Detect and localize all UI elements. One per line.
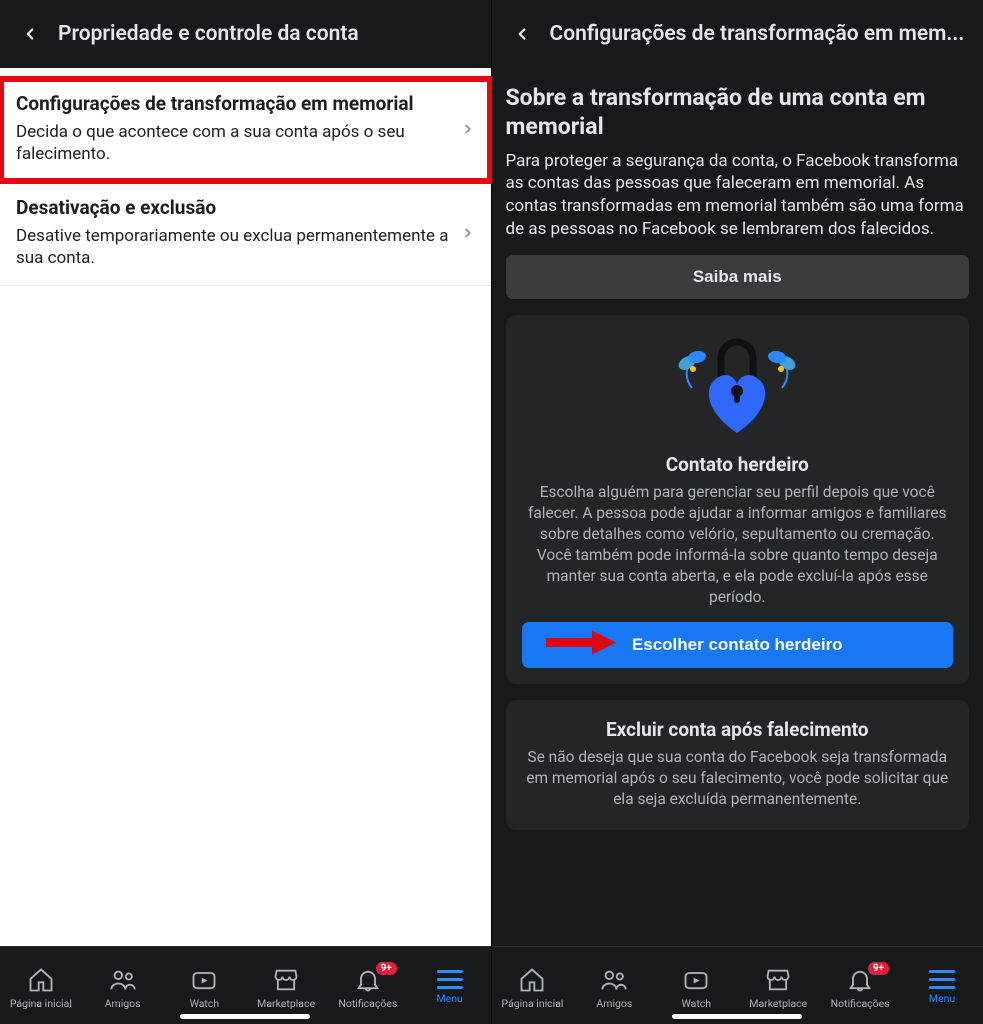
tab-label: Página inicial — [10, 997, 72, 1010]
screen-account-ownership: Propriedade e controle da conta Configur… — [0, 0, 492, 1024]
tab-label: Notificações — [831, 997, 890, 1010]
memorialization-settings-item[interactable]: Configurações de transformação em memori… — [0, 78, 491, 182]
tab-friends[interactable]: Amigos — [573, 966, 655, 1010]
heart-lock-icon — [667, 333, 807, 443]
header: Configurações de transformação em mem... — [492, 0, 983, 68]
notification-badge: 9+ — [376, 962, 397, 975]
tab-menu[interactable]: Menu — [901, 970, 983, 1005]
list-item-desc: Desative temporariamente ou exclua perma… — [16, 225, 455, 269]
tab-notifications[interactable]: 9+ Notificações — [819, 966, 901, 1010]
tab-label: Amigos — [105, 997, 141, 1010]
card-desc: Escolha alguém para gerenciar seu perfil… — [522, 482, 954, 608]
menu-icon — [437, 970, 463, 989]
delete-after-death-card: Excluir conta após falecimento Se não de… — [506, 700, 970, 830]
list-item-title: Desativação e exclusão — [16, 196, 455, 219]
annotation-arrow-icon — [544, 628, 616, 661]
friends-icon — [109, 966, 137, 994]
tab-label: Notificações — [338, 997, 397, 1010]
tab-watch[interactable]: Watch — [655, 966, 737, 1010]
settings-list: Configurações de transformação em memori… — [0, 68, 491, 946]
home-icon — [27, 966, 55, 994]
watch-icon — [682, 966, 710, 994]
list-item-desc: Decida o que acontece com a sua conta ap… — [16, 121, 455, 165]
page-title: Propriedade e controle da conta — [58, 22, 479, 46]
tab-label: Marketplace — [257, 997, 315, 1010]
back-button[interactable] — [12, 16, 48, 52]
card-desc: Se não deseja que sua conta do Facebook … — [522, 747, 954, 810]
home-icon — [518, 966, 546, 994]
chevron-right-icon — [461, 226, 475, 240]
list-item-title: Configurações de transformação em memori… — [16, 92, 455, 115]
marketplace-icon — [764, 966, 792, 994]
home-indicator — [180, 1014, 310, 1019]
chevron-right-icon — [461, 122, 475, 136]
bottom-tabbar: Página inicial Amigos Watch Marketplace … — [0, 946, 491, 1024]
tab-menu[interactable]: Menu — [409, 970, 491, 1005]
legacy-contact-card: Contato herdeiro Escolha alguém para ger… — [506, 315, 970, 684]
learn-more-button[interactable]: Saiba mais — [506, 255, 970, 299]
tab-marketplace[interactable]: Marketplace — [245, 966, 327, 1010]
tab-label: Amigos — [596, 997, 632, 1010]
tab-notifications[interactable]: 9+ Notificações — [327, 966, 409, 1010]
deactivation-deletion-item[interactable]: Desativação e exclusão Desative temporar… — [0, 182, 491, 286]
chevron-left-icon — [21, 25, 39, 43]
card-title: Contato herdeiro — [522, 453, 954, 476]
tab-watch[interactable]: Watch — [164, 966, 246, 1010]
tab-label: Marketplace — [749, 997, 807, 1010]
watch-icon — [190, 966, 218, 994]
back-button[interactable] — [504, 16, 540, 52]
marketplace-icon — [272, 966, 300, 994]
screen-memorialization: Configurações de transformação em mem...… — [492, 0, 983, 1024]
section-desc: Para proteger a segurança da conta, o Fa… — [506, 150, 970, 242]
tab-label: Watch — [682, 997, 712, 1010]
tab-label: Página inicial — [501, 997, 563, 1010]
friends-icon — [600, 966, 628, 994]
tab-label: Watch — [190, 997, 220, 1010]
menu-icon — [929, 970, 955, 989]
tab-home[interactable]: Página inicial — [492, 966, 574, 1010]
tab-friends[interactable]: Amigos — [82, 966, 164, 1010]
notification-badge: 9+ — [868, 962, 889, 975]
header: Propriedade e controle da conta — [0, 0, 491, 68]
tab-label: Menu — [929, 992, 955, 1005]
home-indicator — [672, 1014, 802, 1019]
tab-home[interactable]: Página inicial — [0, 966, 82, 1010]
card-title: Excluir conta após falecimento — [522, 718, 954, 741]
tab-marketplace[interactable]: Marketplace — [737, 966, 819, 1010]
choose-legacy-contact-button[interactable]: Escolher contato herdeiro — [522, 622, 954, 668]
content: Sobre a transformação de uma conta em me… — [492, 68, 983, 946]
page-title: Configurações de transformação em mem... — [550, 22, 972, 46]
bottom-tabbar: Página inicial Amigos Watch Marketplace … — [492, 946, 983, 1024]
section-title: Sobre a transformação de uma conta em me… — [506, 84, 970, 142]
button-label: Escolher contato herdeiro — [632, 635, 843, 654]
tab-label: Menu — [436, 992, 462, 1005]
chevron-left-icon — [513, 25, 531, 43]
